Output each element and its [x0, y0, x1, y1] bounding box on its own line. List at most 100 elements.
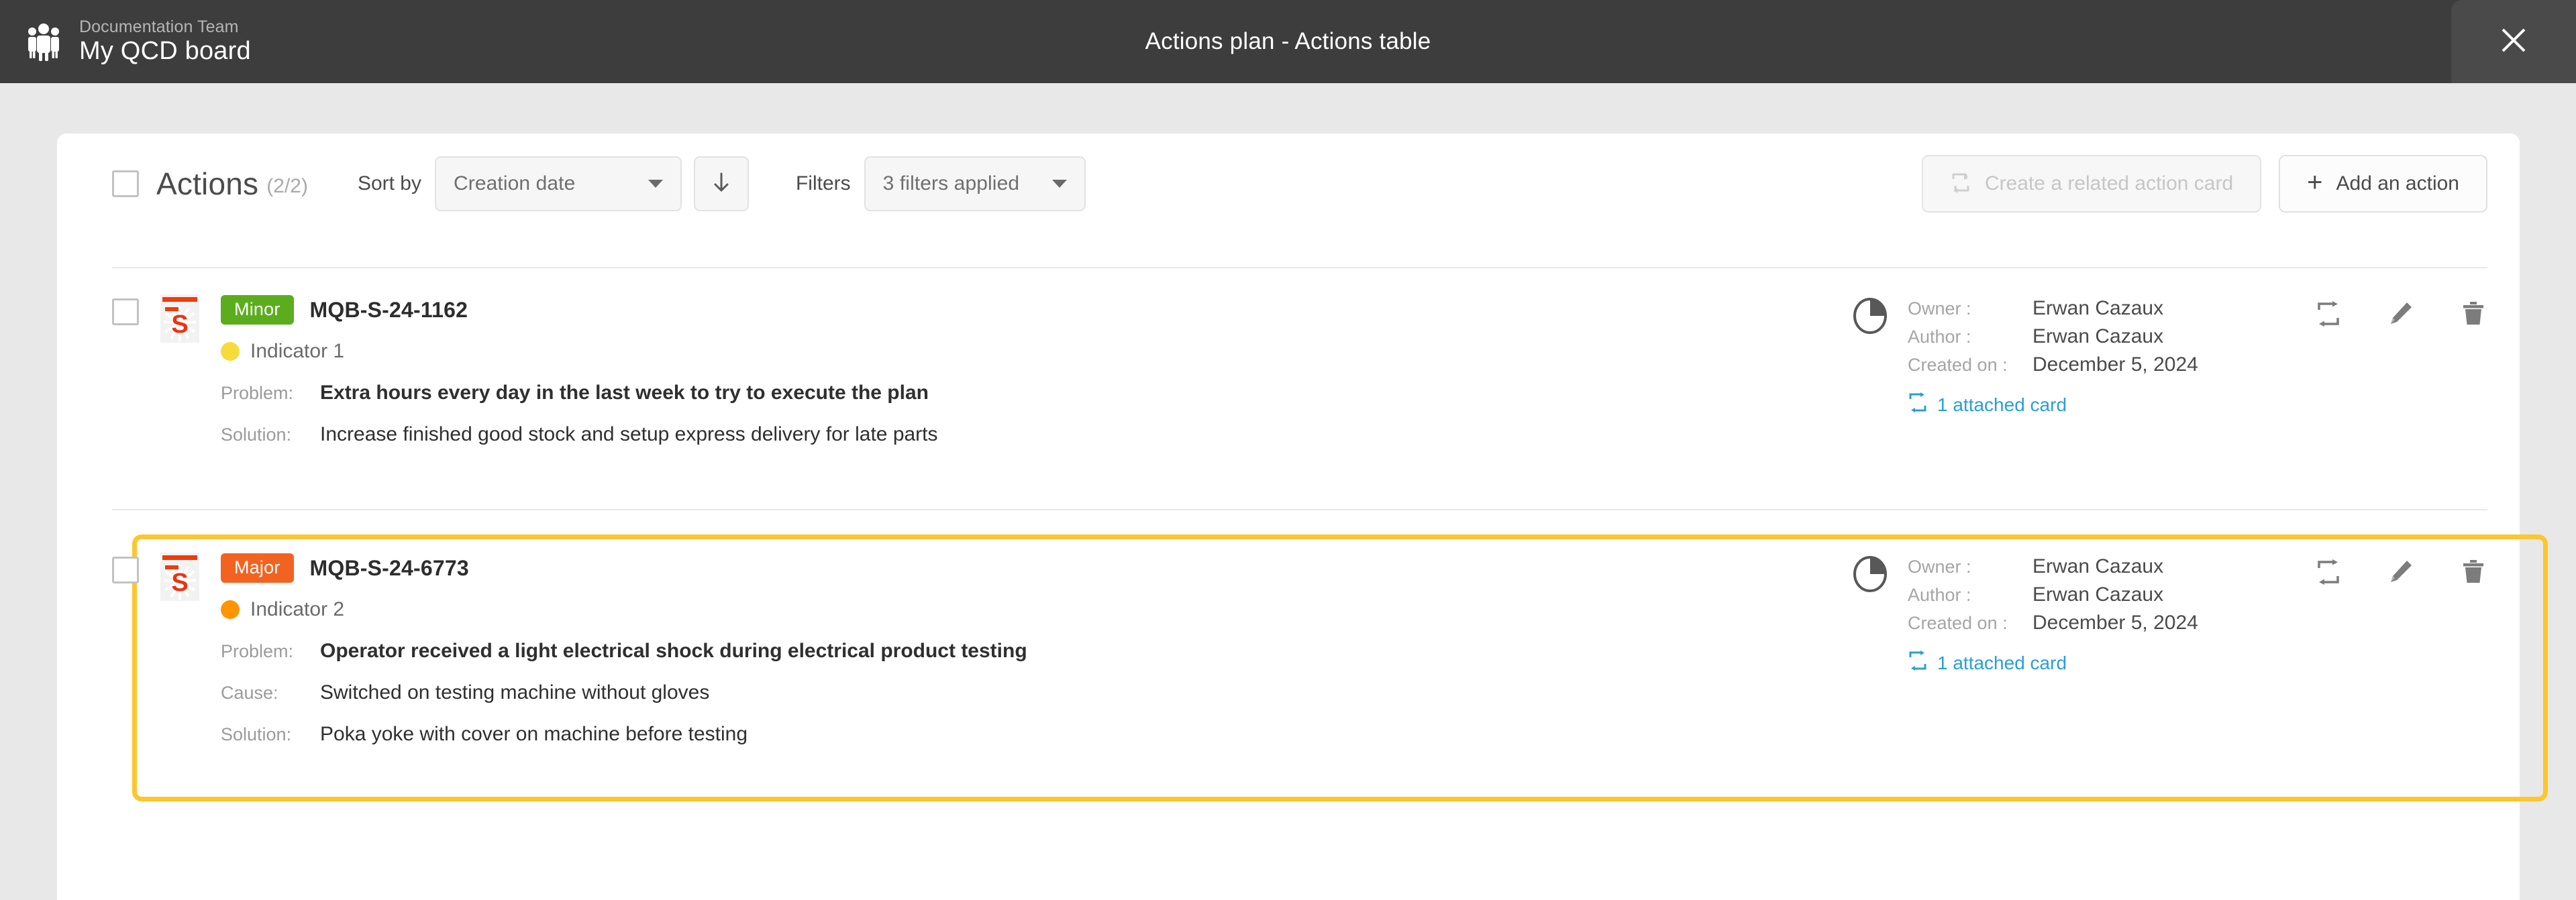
solution-value: Poka yoke with cover on machine before t… — [320, 723, 748, 745]
edit-button[interactable] — [2387, 300, 2415, 328]
row-divider — [112, 509, 2487, 510]
attached-card-link[interactable]: 1 attached card — [1908, 651, 2283, 675]
toolbar-divider — [112, 267, 2487, 268]
create-related-card-button[interactable] — [2314, 558, 2342, 586]
close-button[interactable] — [2451, 0, 2576, 83]
filters-value: 3 filters applied — [882, 172, 1020, 194]
source-card-thumbnail-icon[interactable]: S — [160, 294, 199, 343]
close-icon — [2498, 25, 2529, 59]
sort-direction-button[interactable] — [693, 156, 749, 211]
progress-pie-icon — [1853, 297, 1888, 335]
row-meta: Owner : Erwan Cazaux Author : Erwan Caza… — [1853, 553, 2487, 746]
create-related-action-card-label: Create a related action card — [1984, 172, 2234, 194]
brand-block[interactable]: Documentation Team My QCD board — [0, 18, 470, 64]
table-row[interactable]: S Major MQB-S-24-6773 Indicator 2 Proble… — [57, 553, 2520, 746]
problem-field: Problem: Operator received a light elect… — [221, 640, 1027, 663]
author-row: Author : Erwan Cazaux — [1908, 583, 2283, 612]
actions-toolbar: Actions (2/2) Sort by Creation date Filt… — [57, 133, 2520, 234]
chevron-down-icon — [1051, 180, 1067, 188]
created-on-row: Created on : December 5, 2024 — [1908, 353, 2283, 382]
created-on-label: Created on : — [1908, 613, 2008, 633]
arrow-down-icon — [710, 171, 733, 197]
add-an-action-label: Add an action — [2336, 172, 2459, 194]
team-group-icon — [23, 21, 64, 62]
row-action-buttons — [2314, 555, 2487, 586]
cause-label: Cause: — [221, 683, 278, 703]
create-related-card-button[interactable] — [2314, 300, 2342, 328]
add-an-action-button[interactable]: + Add an action — [2279, 155, 2487, 213]
created-on-value: December 5, 2024 — [2032, 612, 2198, 634]
indicator: Indicator 2 — [221, 598, 1027, 621]
row-checkbox[interactable] — [112, 557, 139, 583]
actions-count: (2/2) — [266, 175, 308, 197]
author-value: Erwan Cazaux — [2032, 325, 2164, 347]
filters-label: Filters — [795, 172, 851, 194]
row-details: Major MQB-S-24-6773 Indicator 2 Problem:… — [221, 553, 1027, 746]
filters-select[interactable]: 3 filters applied — [864, 156, 1086, 211]
owner-row: Owner : Erwan Cazaux — [1908, 297, 2283, 325]
row-checkbox[interactable] — [112, 298, 139, 325]
author-value: Erwan Cazaux — [2032, 583, 2164, 606]
owner-value: Erwan Cazaux — [2032, 555, 2164, 577]
row-header: Major MQB-S-24-6773 — [221, 553, 1027, 583]
indicator: Indicator 1 — [221, 340, 938, 363]
author-row: Author : Erwan Cazaux — [1908, 325, 2283, 353]
meta-list: Owner : Erwan Cazaux Author : Erwan Caza… — [1908, 297, 2283, 417]
created-on-label: Created on : — [1908, 355, 2008, 375]
actions-panel: Actions (2/2) Sort by Creation date Filt… — [57, 133, 2548, 900]
row-header: Minor MQB-S-24-1162 — [221, 294, 938, 325]
related-card-icon — [1950, 172, 1971, 196]
row-content: S Minor MQB-S-24-1162 Indicator 1 Proble… — [112, 294, 1853, 446]
edit-button[interactable] — [2387, 558, 2415, 586]
row-details: Minor MQB-S-24-1162 Indicator 1 Problem:… — [221, 294, 938, 446]
created-on-row: Created on : December 5, 2024 — [1908, 612, 2283, 640]
severity-badge: Major — [221, 553, 294, 583]
sort-by-label: Sort by — [357, 172, 421, 194]
related-card-icon — [1908, 392, 1928, 417]
solution-field: Solution: Poka yoke with cover on machin… — [221, 723, 1027, 746]
indicator-dot-icon — [221, 600, 240, 619]
progress-pie-icon — [1853, 555, 1888, 593]
create-related-action-card-button[interactable]: Create a related action card — [1921, 155, 2262, 213]
author-label: Author : — [1908, 585, 1971, 605]
source-card-thumbnail-icon[interactable]: S — [160, 553, 199, 601]
solution-label: Solution: — [221, 724, 292, 744]
delete-button[interactable] — [2459, 558, 2487, 586]
owner-label: Owner : — [1908, 298, 1971, 319]
board-name: My QCD board — [79, 36, 251, 65]
cause-field: Cause: Switched on testing machine witho… — [221, 681, 1027, 704]
row-meta: Owner : Erwan Cazaux Author : Erwan Caza… — [1853, 294, 2487, 446]
solution-label: Solution: — [221, 425, 292, 445]
app-header: Documentation Team My QCD board Actions … — [0, 0, 2576, 83]
created-on-value: December 5, 2024 — [2032, 353, 2198, 376]
sort-by-value: Creation date — [453, 172, 576, 194]
card-letter: S — [171, 569, 189, 597]
chevron-down-icon — [648, 180, 663, 188]
plus-icon: + — [2307, 168, 2323, 197]
related-card-icon — [1908, 651, 1928, 675]
attached-card-label: 1 attached card — [1937, 394, 2067, 415]
attached-card-link[interactable]: 1 attached card — [1908, 392, 2283, 417]
owner-row: Owner : Erwan Cazaux — [1908, 555, 2283, 583]
actions-heading: Actions — [156, 166, 259, 201]
card-letter: S — [171, 311, 189, 339]
action-reference: MQB-S-24-1162 — [309, 297, 468, 322]
sort-by-select[interactable]: Creation date — [434, 156, 682, 211]
problem-label: Problem: — [221, 383, 294, 403]
attached-card-label: 1 attached card — [1937, 652, 2067, 673]
row-action-buttons — [2314, 297, 2487, 328]
problem-label: Problem: — [221, 641, 294, 661]
team-name: Documentation Team — [79, 17, 239, 37]
action-reference: MQB-S-24-6773 — [309, 555, 469, 580]
toolbar-actions: Create a related action card + Add an ac… — [1921, 155, 2487, 213]
problem-field: Problem: Extra hours every day in the la… — [221, 382, 938, 404]
owner-value: Erwan Cazaux — [2032, 297, 2164, 319]
indicator-dot-icon — [221, 342, 240, 361]
indicator-label: Indicator 1 — [250, 340, 345, 362]
delete-button[interactable] — [2459, 300, 2487, 328]
problem-value: Extra hours every day in the last week t… — [320, 382, 929, 404]
table-row[interactable]: S Minor MQB-S-24-1162 Indicator 1 Proble… — [57, 294, 2520, 446]
select-all-checkbox[interactable] — [112, 170, 139, 197]
indicator-label: Indicator 2 — [250, 598, 345, 620]
author-label: Author : — [1908, 327, 1971, 347]
